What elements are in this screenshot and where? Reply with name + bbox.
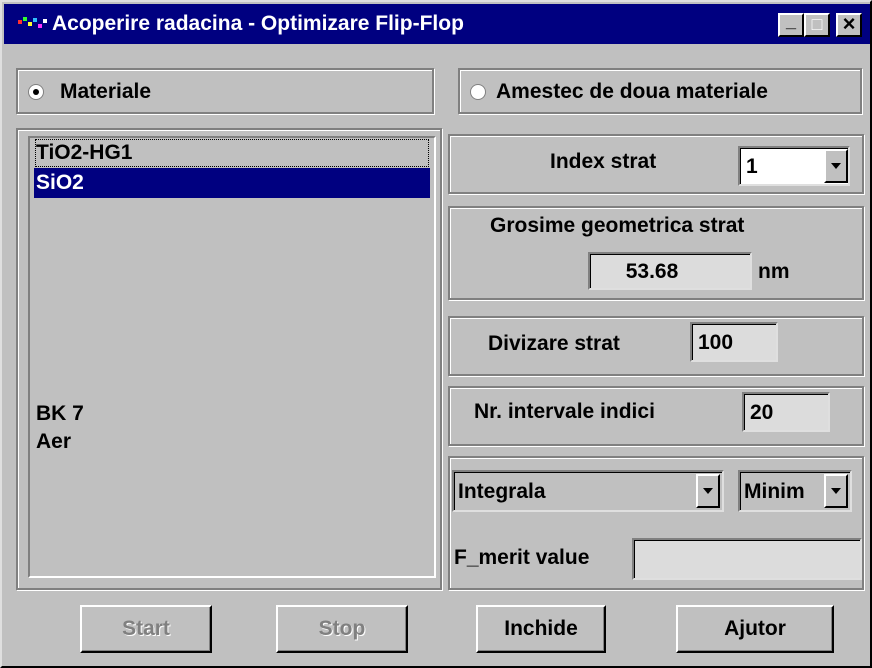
layer-index-combobox[interactable]: 1 [738, 146, 850, 186]
merit-value-label: F_merit value [454, 546, 590, 569]
close-dialog-button[interactable]: Inchide [476, 605, 606, 653]
list-item[interactable]: Aer [34, 428, 430, 456]
thickness-field[interactable]: 53.68 [588, 252, 752, 290]
merit-method-value: Integrala [458, 480, 546, 503]
chevron-down-icon [831, 163, 841, 169]
thickness-value: 53.68 [625, 260, 679, 283]
list-item-selected[interactable]: SiO2 [34, 168, 430, 198]
layer-index-label: Index strat [550, 150, 657, 173]
radio-materials-indicator[interactable] [28, 84, 44, 100]
stop-button[interactable]: Stop [276, 605, 408, 653]
chevron-down-icon [831, 488, 841, 494]
radio-selected-dot [33, 89, 39, 95]
merit-method-combobox[interactable]: Integrala [452, 470, 724, 512]
close-button[interactable]: × [836, 13, 862, 37]
thickness-unit: nm [758, 260, 790, 283]
merit-goal-value: Minim [744, 480, 805, 503]
radio-mix[interactable]: Amestec de doua materiale [466, 75, 858, 109]
window-title: Acoperire radacina - Optimizare Flip-Flo… [52, 12, 464, 35]
radio-materials[interactable]: Materiale [24, 75, 424, 109]
intervals-value: 20 [750, 401, 774, 424]
layers-listbox[interactable]: TiO2-HG1 SiO2 BK 7 Aer [28, 136, 436, 578]
division-field[interactable]: 100 [690, 322, 778, 362]
thickness-label: Grosime geometrica strat [490, 214, 745, 237]
help-button[interactable]: Ajutor [676, 605, 834, 653]
maximize-icon: □ [811, 14, 823, 34]
merit-goal-dropdown-button[interactable] [824, 474, 848, 508]
intervals-label: Nr. intervale indici [474, 400, 655, 423]
close-icon: × [842, 11, 856, 36]
merit-method-dropdown-button[interactable] [696, 474, 720, 508]
maximize-button[interactable]: □ [804, 13, 830, 37]
start-button[interactable]: Start [80, 605, 212, 653]
chevron-down-icon [703, 488, 713, 494]
list-item[interactable]: TiO2-HG1 [34, 138, 430, 168]
minimize-icon: _ [785, 11, 796, 31]
division-label: Divizare strat [488, 332, 620, 355]
radio-materials-label: Materiale [60, 80, 152, 103]
division-value: 100 [698, 331, 734, 354]
layer-index-dropdown-button[interactable] [824, 149, 848, 183]
app-icon [18, 17, 47, 28]
radio-mix-label: Amestec de doua materiale [496, 80, 768, 103]
merit-value-field[interactable] [632, 538, 862, 580]
list-item[interactable]: BK 7 [34, 400, 430, 428]
layer-index-value: 1 [746, 155, 758, 178]
dialog-window: Acoperire radacina - Optimizare Flip-Flo… [0, 0, 872, 668]
minimize-button[interactable]: _ [778, 11, 804, 37]
intervals-field[interactable]: 20 [742, 392, 830, 432]
merit-goal-combobox[interactable]: Minim [738, 470, 852, 512]
radio-mix-indicator[interactable] [470, 84, 486, 100]
title-bar[interactable]: Acoperire radacina - Optimizare Flip-Flo… [4, 4, 870, 44]
